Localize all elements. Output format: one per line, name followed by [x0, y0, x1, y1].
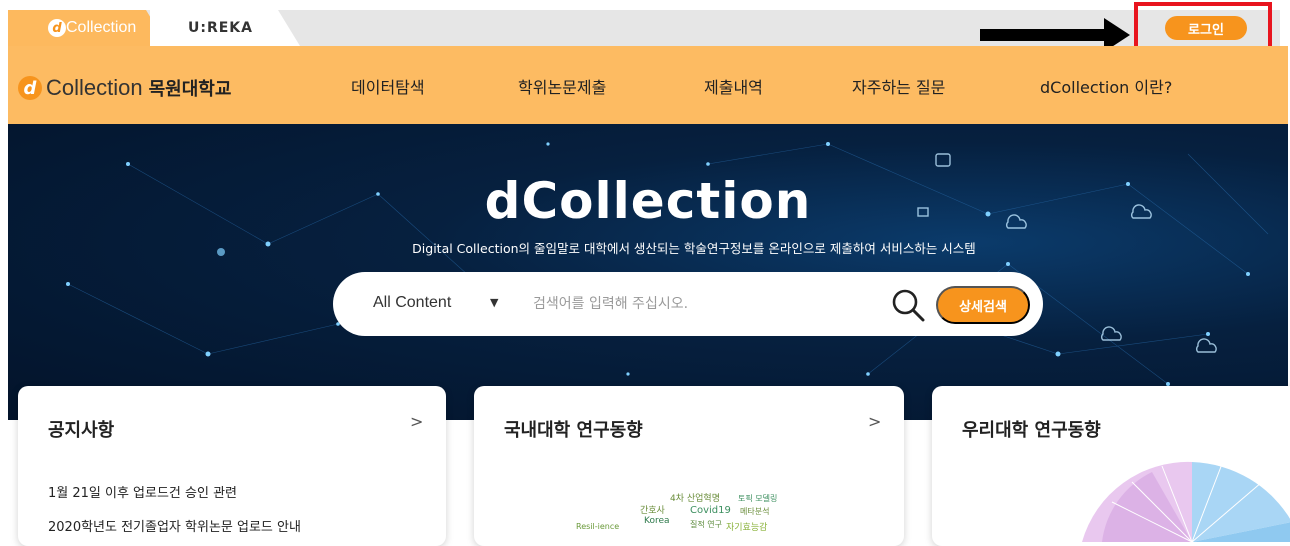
- word-cloud-term[interactable]: 4차 산업혁명: [670, 491, 720, 504]
- word-cloud-term[interactable]: Resil-ience: [576, 522, 619, 531]
- domestic-research-title: 국내대학 연구동향: [504, 420, 643, 441]
- nav-submission-history[interactable]: 제출내역: [704, 74, 763, 98]
- search-icon[interactable]: [891, 288, 925, 322]
- brand-logo[interactable]: d Collection 목원대학교: [18, 74, 231, 102]
- notice-item[interactable]: 1월 21일 이후 업로드건 승인 관련: [48, 482, 237, 501]
- notice-title: 공지사항: [48, 420, 115, 441]
- research-sunburst-chart: [1082, 461, 1290, 542]
- login-button[interactable]: 로그인: [1165, 16, 1247, 40]
- brand-university: 목원대학교: [148, 79, 232, 100]
- notice-more-icon[interactable]: >: [410, 412, 423, 431]
- top-bar: d Collection U:REKA 로그인: [0, 0, 1290, 54]
- domestic-more-icon[interactable]: >: [868, 412, 881, 431]
- main-nav: d Collection 목원대학교 데이터탐색 학위논문제출 제출내역 자주하…: [8, 46, 1288, 124]
- tab-dcollection[interactable]: d Collection: [8, 10, 168, 46]
- word-cloud-term[interactable]: Covid19: [690, 505, 731, 516]
- dropdown-caret-icon[interactable]: ▼: [490, 296, 498, 309]
- dcollection-logo-icon: d: [48, 19, 66, 37]
- word-cloud-term[interactable]: Korea: [644, 516, 670, 526]
- notice-item[interactable]: 2020학년도 전기졸업자 학위논문 업로드 안내: [48, 516, 301, 535]
- our-research-title: 우리대학 연구동향: [962, 420, 1101, 441]
- notice-card: 공지사항 > 1월 21일 이후 업로드건 승인 관련 2020학년도 전기졸업…: [18, 386, 446, 546]
- search-scope-select[interactable]: All Content: [373, 294, 451, 312]
- hero-title: dCollection: [484, 172, 812, 230]
- hero-subtitle: Digital Collection의 줄임말로 대학에서 생산되는 학술연구정…: [412, 241, 976, 256]
- nav-faq[interactable]: 자주하는 질문: [852, 74, 945, 98]
- search-box: All Content ▼ 상세검색: [333, 272, 1043, 336]
- word-cloud-term[interactable]: 질적 연구: [690, 519, 722, 530]
- tab-dcollection-label: Collection: [66, 19, 137, 36]
- brand-collection: Collection: [46, 75, 143, 100]
- nav-thesis-submit[interactable]: 학위논문제출: [518, 74, 606, 98]
- our-research-card: 우리대학 연구동향: [932, 386, 1290, 546]
- tab-ureka-label: U:REKA: [188, 20, 253, 36]
- domestic-research-card: 국내대학 연구동향 > 4차 산업혁명 토픽 모델링 간호사 Covid19 메…: [474, 386, 904, 546]
- tab-ureka[interactable]: U:REKA: [150, 10, 300, 46]
- word-cloud-term[interactable]: 자기효능감: [726, 520, 767, 533]
- word-cloud-term[interactable]: 토픽 모델링: [738, 493, 777, 504]
- word-cloud-term[interactable]: 간호사: [640, 503, 665, 516]
- hero-banner: dCollection Digital Collection의 줄임말로 대학에…: [8, 124, 1288, 420]
- nav-about[interactable]: dCollection 이란?: [1040, 74, 1172, 98]
- word-cloud-term[interactable]: 메타분석: [740, 506, 769, 517]
- detail-search-button[interactable]: 상세검색: [936, 286, 1030, 324]
- dcollection-logo-icon: d: [18, 76, 42, 100]
- search-input[interactable]: [533, 290, 873, 318]
- nav-data-explore[interactable]: 데이터탐색: [351, 74, 425, 98]
